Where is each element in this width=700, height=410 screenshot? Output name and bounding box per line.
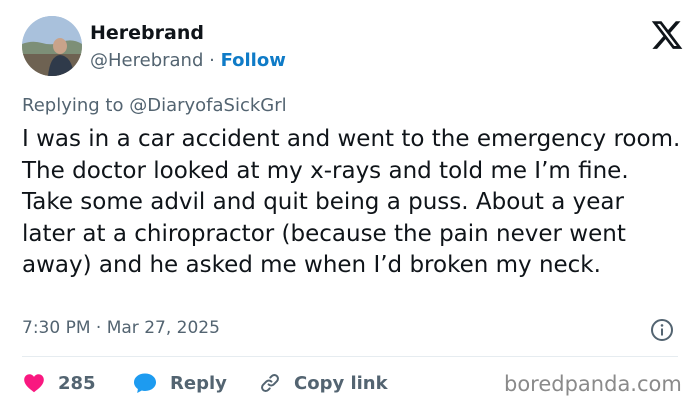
reply-mention[interactable]: @DiaryofaSickGrl	[129, 95, 286, 116]
info-icon[interactable]	[650, 318, 674, 342]
handle-separator: ·	[203, 50, 221, 71]
follow-button[interactable]: Follow	[221, 50, 286, 71]
like-button[interactable]: 285	[22, 368, 96, 398]
reply-button[interactable]: Reply	[132, 368, 227, 398]
tweet-meta: 7:30 PM · Mar 27, 2025	[22, 318, 220, 338]
watermark: boredpanda.com	[504, 372, 682, 396]
replying-prefix: Replying to	[22, 95, 130, 116]
like-count: 285	[58, 372, 96, 394]
divider	[22, 356, 678, 357]
copy-link-button[interactable]: Copy link	[258, 368, 388, 398]
handle-line: @Herebrand · Follow	[90, 50, 286, 71]
tweet-header: Herebrand @Herebrand · Follow	[22, 14, 684, 80]
tweet-time[interactable]: 7:30 PM	[22, 318, 91, 338]
tweet-date[interactable]: Mar 27, 2025	[107, 318, 220, 338]
copy-link-label: Copy link	[294, 372, 388, 394]
link-icon	[261, 374, 279, 392]
user-handle[interactable]: @Herebrand	[90, 50, 203, 71]
speech-bubble-icon	[134, 373, 156, 393]
heart-icon	[24, 374, 44, 393]
reply-label: Reply	[170, 372, 227, 394]
avatar-photo	[22, 16, 82, 76]
meta-separator: ·	[90, 318, 107, 338]
tweet-text: I was in a car accident and went to the …	[22, 126, 681, 278]
avatar[interactable]	[22, 16, 82, 76]
replying-to: Replying to @DiaryofaSickGrl	[22, 95, 287, 116]
display-name[interactable]: Herebrand	[90, 22, 204, 44]
x-logo-icon[interactable]	[650, 18, 684, 52]
